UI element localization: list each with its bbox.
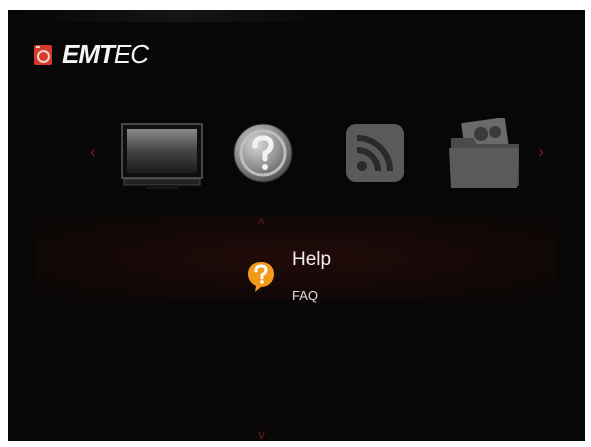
menu-item-rss[interactable] [344, 122, 406, 184]
tv-screen: EMTEC ‹ › ^ Help FAQ v [8, 10, 585, 441]
nav-up-arrow[interactable]: ^ [258, 216, 265, 230]
nav-left-arrow[interactable]: ‹ [90, 143, 96, 161]
emtec-mark-icon [34, 44, 52, 65]
menu-item-help[interactable] [232, 122, 294, 184]
emtec-logo: EMTEC [34, 39, 149, 70]
rss-icon [346, 124, 404, 182]
brand-name-bold: EMT [62, 39, 115, 69]
brand-name: EMTEC [62, 39, 149, 70]
menu-item-folder[interactable] [445, 117, 523, 190]
menu-item-tv[interactable] [120, 122, 204, 192]
selected-item-subtitle: FAQ [292, 288, 319, 303]
help-orange-icon [248, 262, 274, 292]
help-icon [233, 123, 293, 183]
tv-icon [121, 123, 203, 189]
folder-icon [449, 117, 519, 188]
selected-item-title: Help [292, 249, 332, 270]
top-strip [20, 10, 340, 22]
brand-name-light: EC [113, 39, 149, 69]
nav-down-arrow[interactable]: v [258, 427, 265, 441]
nav-right-arrow[interactable]: › [538, 143, 544, 161]
selected-item-icon [246, 260, 276, 294]
